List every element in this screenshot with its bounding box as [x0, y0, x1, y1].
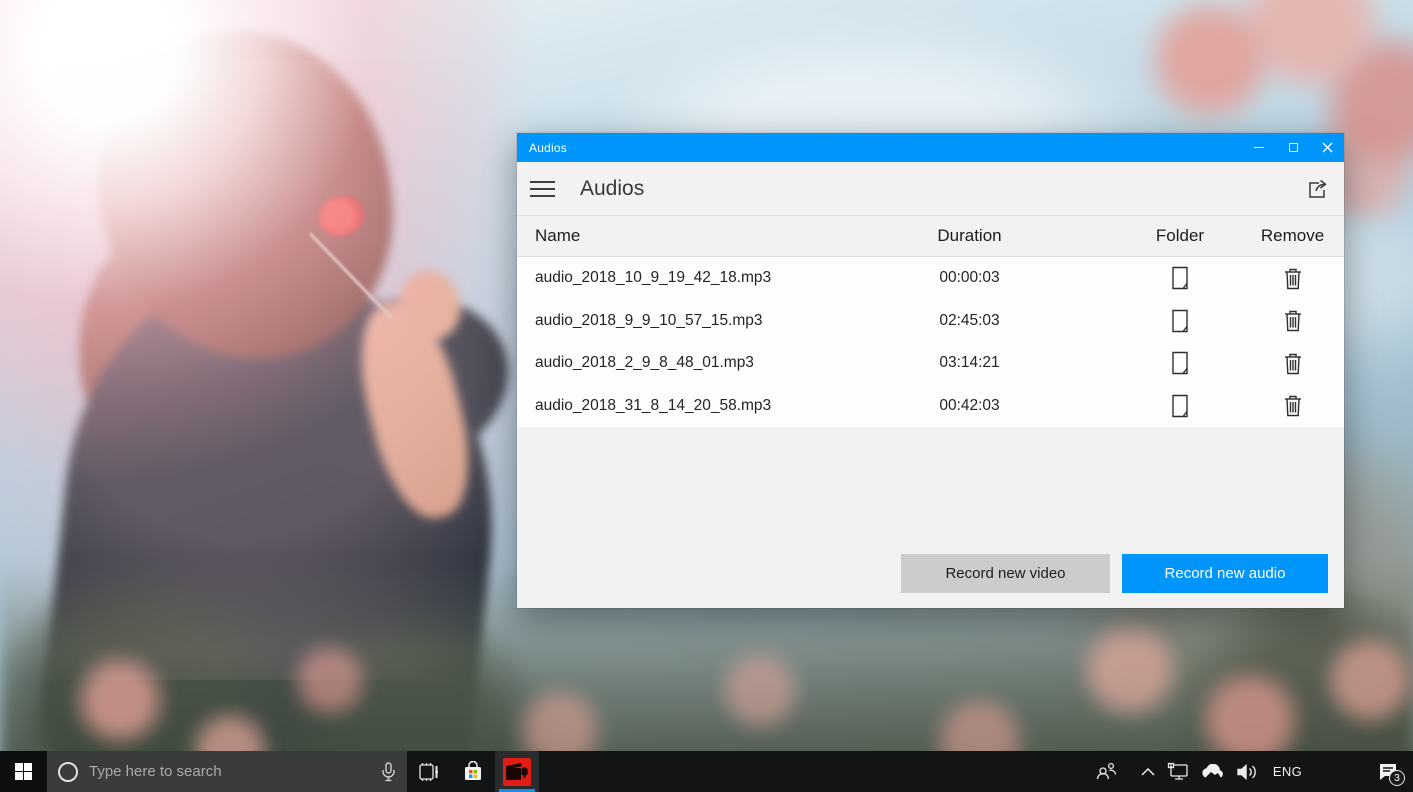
- window-title: Audios: [517, 141, 1242, 155]
- microphone-button[interactable]: [382, 762, 395, 782]
- column-header-name: Name: [517, 226, 892, 246]
- document-icon: [1170, 266, 1190, 290]
- table-row[interactable]: audio_2018_9_9_10_57_15.mp3 02:45:03: [517, 300, 1344, 343]
- people-button[interactable]: [1090, 751, 1123, 792]
- remove-button[interactable]: [1255, 309, 1330, 332]
- share-icon: [1306, 177, 1330, 201]
- cortana-icon[interactable]: [58, 762, 78, 782]
- onedrive-icon: [1201, 764, 1224, 779]
- audio-duration: 02:45:03: [892, 312, 1047, 330]
- table-row[interactable]: audio_2018_31_8_14_20_58.mp3 00:42:03: [517, 385, 1344, 428]
- record-new-audio-button[interactable]: Record new audio: [1122, 554, 1328, 593]
- notification-badge: 3: [1389, 770, 1405, 786]
- system-tray: ENG 3: [1090, 751, 1413, 792]
- column-header-remove: Remove: [1255, 226, 1330, 246]
- maximize-button[interactable]: [1276, 133, 1310, 162]
- open-folder-button[interactable]: [1105, 266, 1255, 290]
- window-footer: Record new video Record new audio: [517, 427, 1344, 608]
- start-button[interactable]: [0, 751, 47, 792]
- language-indicator[interactable]: ENG: [1264, 751, 1311, 792]
- woman-figure: [40, 0, 560, 792]
- trash-icon: [1283, 309, 1303, 332]
- onedrive-button[interactable]: [1195, 751, 1230, 792]
- page-title: Audios: [567, 177, 1292, 201]
- audio-duration: 00:00:03: [892, 269, 1047, 287]
- audio-name: audio_2018_10_9_19_42_18.mp3: [517, 269, 892, 287]
- microphone-icon: [382, 762, 395, 782]
- recorder-app-icon: [503, 758, 531, 786]
- minimize-button[interactable]: [1242, 133, 1276, 162]
- audio-duration: 03:14:21: [892, 354, 1047, 372]
- volume-button[interactable]: [1230, 751, 1264, 792]
- window-titlebar[interactable]: Audios: [517, 133, 1344, 162]
- remove-button[interactable]: [1255, 394, 1330, 417]
- action-center-button[interactable]: 3: [1369, 751, 1413, 792]
- network-button[interactable]: [1161, 751, 1195, 792]
- trash-icon: [1283, 352, 1303, 375]
- app-header: Audios: [517, 162, 1344, 215]
- maximize-icon: [1289, 143, 1298, 152]
- start-icon: [15, 763, 32, 780]
- taskbar: Type here to search: [0, 751, 1413, 792]
- audio-name: audio_2018_31_8_14_20_58.mp3: [517, 397, 892, 415]
- table-header: Name Duration Folder Remove: [517, 215, 1344, 257]
- chevron-up-icon: [1141, 768, 1155, 776]
- column-header-duration: Duration: [892, 226, 1047, 246]
- share-button[interactable]: [1292, 162, 1344, 215]
- table-row[interactable]: audio_2018_2_9_8_48_01.mp3 03:14:21: [517, 342, 1344, 385]
- column-header-folder: Folder: [1105, 226, 1255, 246]
- trash-icon: [1283, 394, 1303, 417]
- open-folder-button[interactable]: [1105, 394, 1255, 418]
- task-view-button[interactable]: [407, 751, 451, 792]
- remove-button[interactable]: [1255, 267, 1330, 290]
- task-view-icon: [418, 762, 440, 782]
- open-folder-button[interactable]: [1105, 351, 1255, 375]
- record-new-video-button[interactable]: Record new video: [901, 554, 1110, 593]
- network-display-icon: [1167, 762, 1189, 781]
- open-folder-button[interactable]: [1105, 309, 1255, 333]
- close-icon: [1322, 142, 1333, 153]
- store-button[interactable]: [451, 751, 495, 792]
- volume-icon: [1236, 763, 1258, 781]
- table-row[interactable]: audio_2018_10_9_19_42_18.mp3 00:00:03: [517, 257, 1344, 300]
- audio-duration: 00:42:03: [892, 397, 1047, 415]
- audio-list: audio_2018_10_9_19_42_18.mp3 00:00:03 au…: [517, 257, 1344, 427]
- search-input[interactable]: Type here to search: [78, 763, 382, 780]
- document-icon: [1170, 309, 1190, 333]
- store-icon: [462, 761, 484, 783]
- tray-overflow-button[interactable]: [1135, 751, 1161, 792]
- audio-name: audio_2018_2_9_8_48_01.mp3: [517, 354, 892, 372]
- minimize-icon: [1254, 147, 1264, 148]
- document-icon: [1170, 394, 1190, 418]
- document-icon: [1170, 351, 1190, 375]
- search-box[interactable]: Type here to search: [47, 751, 407, 792]
- close-button[interactable]: [1310, 133, 1344, 162]
- people-icon: [1096, 762, 1117, 781]
- audios-app-window: Audios Audios Name Duration Folder Remov…: [517, 133, 1344, 608]
- menu-button[interactable]: [517, 162, 567, 215]
- recorder-app-button[interactable]: [495, 751, 539, 792]
- remove-button[interactable]: [1255, 352, 1330, 375]
- audio-name: audio_2018_9_9_10_57_15.mp3: [517, 312, 892, 330]
- menu-icon: [530, 181, 555, 183]
- trash-icon: [1283, 267, 1303, 290]
